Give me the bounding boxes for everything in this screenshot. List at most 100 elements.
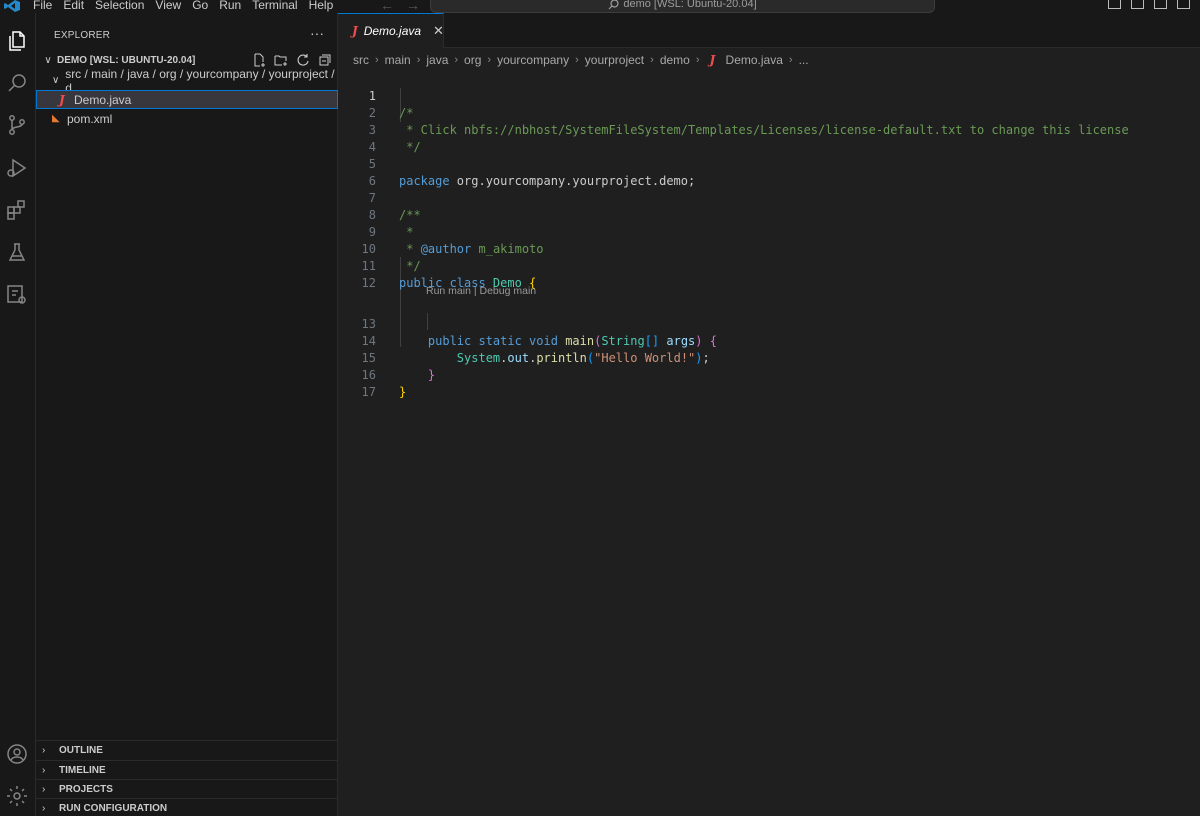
chevron-down-icon: ∨ [52, 75, 60, 86]
more-actions-icon[interactable]: ··· [310, 25, 324, 41]
chevron-down-icon: ∨ [44, 55, 52, 66]
code-line: 11 public class Demo { [338, 241, 1200, 290]
code-line: 7 /** [338, 173, 1200, 222]
toggle-panel-icon[interactable] [1131, 0, 1144, 9]
file-label: Demo.java [74, 92, 132, 107]
accounts-icon[interactable] [5, 742, 29, 766]
code-line: 8 * [338, 190, 1200, 239]
breadcrumb-item[interactable]: ... [799, 53, 809, 67]
java-icon: J [709, 53, 716, 67]
nav-arrows: ← → [380, 0, 420, 13]
testing-icon[interactable] [5, 241, 29, 265]
line-number: 12 [361, 276, 376, 290]
chevron-right-icon: › [42, 744, 46, 756]
section-label: TIMELINE [59, 764, 106, 776]
brace: } [399, 385, 407, 399]
menu-help[interactable]: Help [309, 0, 342, 12]
chevron-right-icon: › [788, 54, 793, 66]
code-line: 17 [338, 367, 1200, 399]
code-line: 2 * Click nbfs://nbhost/SystemFileSystem… [338, 88, 1200, 137]
menu-run[interactable]: Run [219, 0, 249, 12]
chevron-right-icon: › [487, 54, 492, 66]
source-control-icon[interactable] [5, 113, 29, 137]
code-line: 1 /* [338, 71, 1200, 120]
code-line: 12 [338, 258, 1200, 290]
breadcrumb-item[interactable]: src [353, 53, 369, 67]
code-line: 15 } [338, 333, 1200, 382]
chevron-right-icon: › [416, 54, 421, 66]
menu-file[interactable]: File [33, 0, 60, 12]
search-activity-icon[interactable] [5, 71, 29, 95]
new-folder-icon[interactable] [274, 53, 288, 67]
menu-terminal[interactable]: Terminal [252, 0, 305, 12]
code-line: 16 } [338, 350, 1200, 399]
close-icon[interactable]: ✕ [433, 23, 444, 39]
breadcrumb-item[interactable]: Demo.java [726, 53, 783, 67]
menu-go[interactable]: Go [192, 0, 216, 12]
breadcrumb-item[interactable]: main [385, 53, 411, 67]
chevron-right-icon: › [42, 802, 46, 814]
chevron-right-icon: › [454, 54, 459, 66]
explorer-sidebar: EXPLORER ··· ∨ DEMO [WSL: UBUNTU-20.04] … [36, 13, 338, 816]
breadcrumb-item[interactable]: java [426, 53, 448, 67]
file-demo-java[interactable]: J Demo.java [36, 90, 338, 109]
menu-edit[interactable]: Edit [63, 0, 92, 12]
manage-gear-icon[interactable] [5, 784, 29, 808]
code-line: 13 public static void main(String[] args… [338, 299, 1200, 348]
file-label: pom.xml [67, 111, 113, 126]
section-label: RUN CONFIGURATION [59, 802, 168, 814]
vscode-logo-icon[interactable] [4, 0, 20, 12]
menu-selection[interactable]: Selection [95, 0, 152, 12]
back-arrow-icon[interactable]: ← [380, 0, 394, 13]
editor-area: J Demo.java ✕ src › main › java › org › your… [338, 13, 1200, 816]
java-icon: J [59, 92, 65, 107]
chevron-right-icon: › [650, 54, 654, 66]
tab-demo-java[interactable]: J Demo.java ✕ [338, 13, 444, 48]
collapse-all-icon[interactable] [318, 53, 332, 67]
command-center[interactable]: demo [WSL: Ubuntu-20.04] [430, 0, 935, 13]
breadcrumb: src › main › java › org › yourcompany › yourp… [353, 53, 809, 67]
code-line: 9 * @author m_akimoto [338, 207, 1200, 256]
folder-src-path[interactable]: ∨ src / main / java / org / yourcompany … [36, 67, 338, 95]
title-bar: File Edit Selection View Go Run Terminal… [0, 0, 1200, 13]
toggle-secondary-sidebar-icon[interactable] [1154, 0, 1167, 9]
file-pom-xml[interactable]: ◣ pom.xml [36, 109, 338, 128]
extensions-icon[interactable] [5, 198, 29, 222]
breadcrumb-item[interactable]: org [464, 53, 481, 67]
code-text: } [399, 384, 406, 401]
run-debug-icon[interactable] [5, 156, 29, 180]
editor-tabs: J Demo.java ✕ [338, 13, 1200, 48]
menu-view[interactable]: View [155, 0, 189, 12]
code-line: 3 */ [338, 105, 1200, 154]
remote-explorer-icon[interactable] [5, 283, 29, 307]
refresh-icon[interactable] [296, 53, 310, 67]
root-actions [252, 53, 332, 67]
java-icon: J [352, 24, 358, 38]
code-line: 10 */ [338, 224, 1200, 273]
customize-layout-icon[interactable] [1177, 0, 1190, 9]
section-projects[interactable]: › PROJECTS [36, 779, 338, 798]
chevron-right-icon: › [42, 764, 46, 776]
section-timeline[interactable]: › TIMELINE [36, 760, 338, 779]
explorer-icon[interactable] [5, 29, 29, 53]
command-center-label: demo [WSL: Ubuntu-20.04] [623, 0, 757, 10]
search-icon [608, 0, 619, 10]
section-outline[interactable]: › OUTLINE [36, 740, 338, 759]
rss-icon: ◣ [52, 113, 60, 124]
breadcrumb-item[interactable]: yourcompany [497, 53, 569, 67]
menu-bar: File Edit Selection View Go Run Terminal… [33, 0, 344, 12]
chevron-right-icon: › [695, 54, 700, 66]
breadcrumb-item[interactable]: demo [660, 53, 690, 67]
section-run-configuration[interactable]: › RUN CONFIGURATION [36, 798, 338, 816]
codelens-run-debug[interactable]: Run main | Debug main [426, 285, 536, 297]
code-line: 6 [338, 156, 1200, 188]
toggle-sidebar-icon[interactable] [1108, 0, 1121, 9]
breadcrumb-item[interactable]: yourproject [585, 53, 644, 67]
new-file-icon[interactable] [252, 53, 266, 67]
line-number: 17 [361, 385, 376, 399]
code-line: 5 package org.yourcompany.yourproject.de… [338, 139, 1200, 188]
code-line: 14 System.out.println("Hello World!"); [338, 316, 1200, 365]
forward-arrow-icon[interactable]: → [406, 0, 420, 13]
code-line: 4 [338, 122, 1200, 154]
workspace-root-label: DEMO [WSL: UBUNTU-20.04] [57, 55, 196, 66]
